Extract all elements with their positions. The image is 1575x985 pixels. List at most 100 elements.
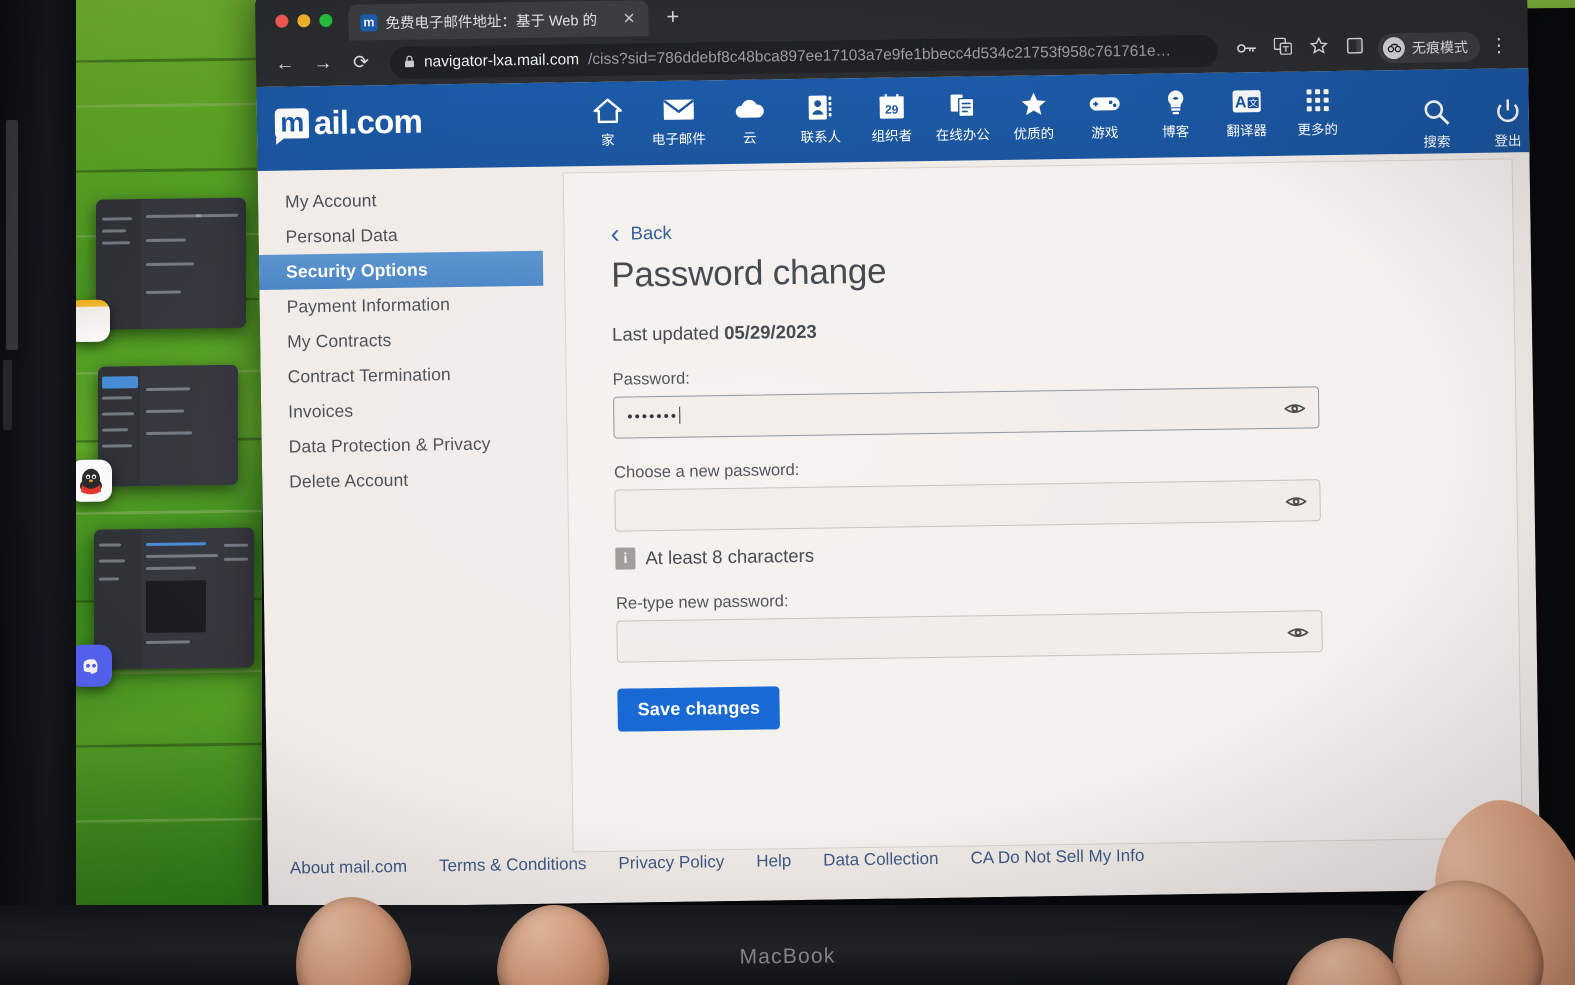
sidebar-item-contract-termination[interactable]: Contract Termination [260, 356, 560, 395]
close-window-button[interactable] [275, 14, 289, 28]
new-password-input[interactable] [614, 479, 1321, 532]
nav-item-cloud[interactable]: 云 [714, 93, 786, 147]
search-icon [1423, 97, 1450, 127]
background-object-2 [3, 360, 12, 430]
current-password-masked-value: ••••••• [627, 406, 681, 426]
back-arrow-icon[interactable]: ← [268, 53, 302, 76]
footer-link-terms[interactable]: Terms & Conditions [439, 854, 587, 876]
toggle-new-password-visibility-icon[interactable] [1285, 490, 1307, 511]
current-password-label: Password: [612, 369, 690, 389]
calendar-icon: 29 [878, 91, 904, 121]
bookmark-star-icon[interactable] [1302, 36, 1336, 61]
footer-link-help[interactable]: Help [756, 851, 791, 872]
forward-arrow-icon[interactable]: → [306, 52, 340, 75]
retype-password-label: Re-type new password: [615, 592, 789, 613]
sidebar-item-data-protection-privacy[interactable]: Data Protection & Privacy [261, 426, 561, 465]
nav-label: 翻译器 [1226, 123, 1268, 139]
logo-text: ail.com [313, 102, 423, 142]
last-updated-value: 05/29/2023 [724, 320, 817, 344]
mailcom-logo[interactable]: m ail.com [274, 102, 423, 143]
toolbar-right-icons: 无痕模式 ⋮ [1230, 31, 1516, 65]
minimize-window-button[interactable] [297, 14, 311, 28]
lightbulb-icon [1164, 87, 1186, 117]
retype-password-row [616, 610, 1323, 663]
password-change-panel: ‹ Back Password change Last updated 05/2… [562, 158, 1523, 853]
reload-icon[interactable]: ⟳ [344, 51, 378, 75]
back-button[interactable]: ‹ Back [610, 209, 1512, 249]
sidebar-item-delete-account[interactable]: Delete Account [262, 460, 562, 499]
page-title: Password change [610, 251, 887, 295]
cloud-icon [733, 93, 765, 123]
mailcom-page: m ail.com 家 电子邮件 云 联系人 29 组织者 在线办公 优质的 游… [256, 68, 1541, 908]
nav-label: 家 [600, 132, 615, 148]
background-window-1[interactable] [96, 197, 246, 330]
nav-item-games[interactable]: 游戏 [1069, 88, 1141, 142]
incognito-indicator[interactable]: 无痕模式 [1377, 31, 1481, 63]
nav-item-search[interactable]: 搜索 [1401, 97, 1473, 151]
toggle-retype-password-visibility-icon[interactable] [1287, 621, 1309, 642]
nav-item-premium[interactable]: 优质的 [998, 89, 1070, 143]
nav-item-office[interactable]: 在线办公 [927, 90, 999, 144]
nav-item-organizer[interactable]: 29 组织者 [856, 91, 928, 145]
lock-icon [404, 54, 415, 70]
office-docs-icon [949, 90, 975, 120]
browser-tab[interactable]: m 免费电子邮件地址：基于 Web 的 ✕ [348, 0, 649, 41]
window-controls[interactable] [269, 13, 348, 42]
current-password-input[interactable] [612, 386, 1320, 439]
nav-label: 组织者 [871, 128, 913, 144]
translate-icon[interactable] [1266, 37, 1300, 62]
address-bar[interactable]: navigator-lxa.mail.com/ciss?sid=786ddebf… [389, 34, 1219, 79]
nav-item-email[interactable]: 电子邮件 [643, 94, 715, 148]
nav-item-blog[interactable]: 博客 [1140, 87, 1212, 141]
background-window-2[interactable] [98, 364, 238, 487]
logo-m-badge: m [274, 107, 310, 139]
nav-item-contacts[interactable]: 联系人 [785, 92, 857, 146]
star-icon [1019, 89, 1047, 119]
new-password-label: Choose a new password: [613, 460, 800, 482]
sidebar-item-personal-data[interactable]: Personal Data [258, 216, 558, 255]
sidebar-item-my-contracts[interactable]: My Contracts [260, 321, 560, 360]
toggle-current-password-visibility-icon[interactable] [1284, 397, 1306, 418]
key-icon[interactable] [1230, 39, 1264, 62]
text-caret [678, 406, 681, 424]
qq-penguin-icon [80, 468, 102, 495]
laptop-screen: A ABC 5月30日 周二 00:39 [255, 0, 1575, 908]
close-tab-icon[interactable]: ✕ [620, 9, 639, 27]
incognito-icon [1382, 36, 1406, 59]
nav-item-home[interactable]: 家 [572, 95, 644, 149]
sidebar-item-invoices[interactable]: Invoices [261, 391, 561, 430]
app-icon-qq[interactable] [76, 459, 112, 503]
footer-link-ca-do-not-sell[interactable]: CA Do Not Sell My Info [970, 846, 1144, 869]
background-object [6, 120, 18, 350]
sidebar-item-my-account[interactable]: My Account [258, 181, 558, 220]
chrome-window: m 免费电子邮件地址：基于 Web 的 ✕ + ← → ⟳ navigator-… [255, 0, 1541, 908]
footer-link-data-collection[interactable]: Data Collection [823, 849, 939, 871]
power-icon [1494, 96, 1520, 126]
contacts-icon [807, 92, 833, 122]
background-window-3[interactable] [94, 527, 254, 670]
nav-label: 联系人 [800, 129, 842, 145]
new-tab-button[interactable]: + [648, 4, 693, 37]
svg-text:文: 文 [1248, 97, 1257, 108]
app-icon-notes[interactable] [76, 299, 110, 343]
nav-label: 登出 [1494, 133, 1522, 149]
more-menu-icon[interactable]: ⋮ [1482, 34, 1516, 58]
app-icon-discord[interactable] [76, 644, 112, 688]
maximize-window-button[interactable] [319, 13, 333, 28]
last-updated-label: Last updated [611, 322, 720, 345]
nav-item-translator[interactable]: A文 翻译器 [1211, 86, 1283, 140]
last-updated-row: Last updated 05/29/2023 [612, 310, 1514, 345]
nav-item-more[interactable]: 更多的 [1282, 85, 1354, 139]
save-changes-button[interactable]: Save changes [617, 686, 781, 732]
incognito-label: 无痕模式 [1411, 38, 1469, 56]
site-nav-right: 搜索 登出 [1401, 96, 1541, 151]
sidebar-item-payment-information[interactable]: Payment Information [259, 286, 559, 325]
sidebar-item-security-options[interactable]: Security Options [258, 250, 544, 290]
nav-label: 电子邮件 [651, 131, 706, 148]
footer-link-privacy[interactable]: Privacy Policy [618, 852, 724, 874]
side-panel-icon[interactable] [1338, 37, 1372, 60]
footer-link-about[interactable]: About mail.com [290, 857, 407, 879]
retype-password-input[interactable] [616, 610, 1323, 663]
tab-title: 免费电子邮件地址：基于 Web 的 [385, 12, 598, 32]
current-password-row: ••••••• [612, 386, 1320, 439]
